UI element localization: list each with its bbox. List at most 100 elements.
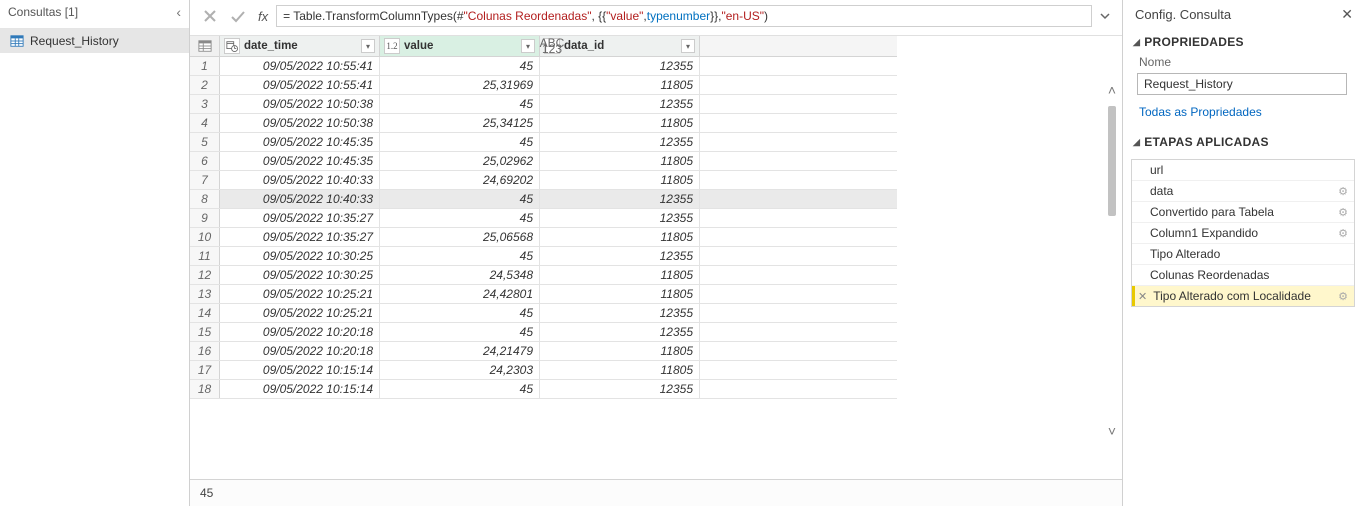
table-row[interactable]: 1509/05/2022 10:20:184512355 xyxy=(190,323,897,342)
row-number[interactable]: 8 xyxy=(190,190,220,208)
cell-data-id[interactable]: 11805 xyxy=(540,76,700,94)
row-number[interactable]: 16 xyxy=(190,342,220,360)
column-header-data-id[interactable]: ABC 123 data_id ▾ xyxy=(540,36,700,56)
cell-date-time[interactable]: 09/05/2022 10:20:18 xyxy=(220,342,380,360)
cell-date-time[interactable]: 09/05/2022 10:20:18 xyxy=(220,323,380,341)
applied-step[interactable]: Convertido para Tabela⚙ xyxy=(1132,202,1354,223)
row-number[interactable]: 14 xyxy=(190,304,220,322)
cell-data-id[interactable]: 11805 xyxy=(540,266,700,284)
gear-icon[interactable]: ⚙ xyxy=(1338,185,1348,198)
scroll-down-arrow-icon[interactable]: ˅ xyxy=(1108,423,1116,439)
cell-date-time[interactable]: 09/05/2022 10:35:27 xyxy=(220,228,380,246)
filter-dropdown-icon[interactable]: ▾ xyxy=(361,39,375,53)
row-number[interactable]: 5 xyxy=(190,133,220,151)
cell-value[interactable]: 45 xyxy=(380,304,540,322)
table-row[interactable]: 1209/05/2022 10:30:2524,534811805 xyxy=(190,266,897,285)
cell-value[interactable]: 45 xyxy=(380,380,540,398)
filter-dropdown-icon[interactable]: ▾ xyxy=(521,39,535,53)
commit-formula-button[interactable] xyxy=(226,5,250,27)
row-number[interactable]: 11 xyxy=(190,247,220,265)
applied-steps-section-header[interactable]: ◢ ETAPAS APLICADAS xyxy=(1123,129,1363,155)
cell-data-id[interactable]: 12355 xyxy=(540,57,700,75)
query-item-request-history[interactable]: Request_History xyxy=(0,29,189,53)
cell-date-time[interactable]: 09/05/2022 10:45:35 xyxy=(220,133,380,151)
cell-data-id[interactable]: 11805 xyxy=(540,114,700,132)
query-name-input[interactable] xyxy=(1137,73,1347,95)
cell-value[interactable]: 45 xyxy=(380,209,540,227)
cell-value[interactable]: 24,42801 xyxy=(380,285,540,303)
cell-value[interactable]: 45 xyxy=(380,133,540,151)
row-number[interactable]: 2 xyxy=(190,76,220,94)
cell-date-time[interactable]: 09/05/2022 10:55:41 xyxy=(220,76,380,94)
scroll-thumb[interactable] xyxy=(1108,106,1116,216)
cell-date-time[interactable]: 09/05/2022 10:50:38 xyxy=(220,114,380,132)
cell-date-time[interactable]: 09/05/2022 10:15:14 xyxy=(220,361,380,379)
cell-date-time[interactable]: 09/05/2022 10:50:38 xyxy=(220,95,380,113)
table-row[interactable]: 309/05/2022 10:50:384512355 xyxy=(190,95,897,114)
cell-value[interactable]: 24,69202 xyxy=(380,171,540,189)
table-row[interactable]: 609/05/2022 10:45:3525,0296211805 xyxy=(190,152,897,171)
applied-step[interactable]: Colunas Reordenadas xyxy=(1132,265,1354,286)
cell-value[interactable]: 25,06568 xyxy=(380,228,540,246)
cell-data-id[interactable]: 12355 xyxy=(540,95,700,113)
cell-date-time[interactable]: 09/05/2022 10:35:27 xyxy=(220,209,380,227)
table-row[interactable]: 1309/05/2022 10:25:2124,4280111805 xyxy=(190,285,897,304)
cell-data-id[interactable]: 12355 xyxy=(540,323,700,341)
any-type-icon[interactable]: ABC 123 xyxy=(544,38,560,54)
cell-data-id[interactable]: 11805 xyxy=(540,152,700,170)
queries-collapse-chevron-icon[interactable]: ‹ xyxy=(176,4,181,20)
datetime-type-icon[interactable] xyxy=(224,38,240,54)
cell-date-time[interactable]: 09/05/2022 10:45:35 xyxy=(220,152,380,170)
table-row[interactable]: 209/05/2022 10:55:4125,3196911805 xyxy=(190,76,897,95)
cell-value[interactable]: 45 xyxy=(380,190,540,208)
cell-value[interactable]: 45 xyxy=(380,57,540,75)
table-row[interactable]: 109/05/2022 10:55:414512355 xyxy=(190,57,897,76)
vertical-scrollbar[interactable]: ˄ ˅ xyxy=(1104,82,1120,439)
close-settings-button[interactable]: ✕ xyxy=(1341,6,1353,23)
applied-step[interactable]: Tipo Alterado xyxy=(1132,244,1354,265)
row-number[interactable]: 1 xyxy=(190,57,220,75)
row-number[interactable]: 13 xyxy=(190,285,220,303)
table-row[interactable]: 509/05/2022 10:45:354512355 xyxy=(190,133,897,152)
decimal-type-icon[interactable]: 1.2 xyxy=(384,38,400,54)
cell-data-id[interactable]: 12355 xyxy=(540,209,700,227)
cell-value[interactable]: 24,5348 xyxy=(380,266,540,284)
cell-value[interactable]: 25,31969 xyxy=(380,76,540,94)
cell-data-id[interactable]: 11805 xyxy=(540,171,700,189)
cell-value[interactable]: 24,2303 xyxy=(380,361,540,379)
scroll-up-arrow-icon[interactable]: ˄ xyxy=(1108,82,1116,98)
cell-date-time[interactable]: 09/05/2022 10:55:41 xyxy=(220,57,380,75)
applied-step[interactable]: Column1 Expandido⚙ xyxy=(1132,223,1354,244)
formula-expand-chevron-icon[interactable] xyxy=(1096,10,1114,22)
row-number[interactable]: 12 xyxy=(190,266,220,284)
row-number[interactable]: 7 xyxy=(190,171,220,189)
fx-icon[interactable]: fx xyxy=(254,9,272,24)
row-number[interactable]: 10 xyxy=(190,228,220,246)
cell-data-id[interactable]: 12355 xyxy=(540,133,700,151)
row-number[interactable]: 3 xyxy=(190,95,220,113)
cell-value[interactable]: 45 xyxy=(380,323,540,341)
cell-date-time[interactable]: 09/05/2022 10:30:25 xyxy=(220,266,380,284)
cell-value[interactable]: 45 xyxy=(380,95,540,113)
table-row[interactable]: 1609/05/2022 10:20:1824,2147911805 xyxy=(190,342,897,361)
applied-step[interactable]: url xyxy=(1132,160,1354,181)
cell-value[interactable]: 45 xyxy=(380,247,540,265)
cell-data-id[interactable]: 12355 xyxy=(540,247,700,265)
delete-step-icon[interactable]: ✕ xyxy=(1138,290,1147,303)
column-header-date-time[interactable]: date_time ▾ xyxy=(220,36,380,56)
column-header-value[interactable]: 1.2 value ▾ xyxy=(380,36,540,56)
table-row[interactable]: 1709/05/2022 10:15:1424,230311805 xyxy=(190,361,897,380)
applied-step[interactable]: data⚙ xyxy=(1132,181,1354,202)
row-number[interactable]: 15 xyxy=(190,323,220,341)
table-row[interactable]: 809/05/2022 10:40:334512355 xyxy=(190,190,897,209)
select-all-corner[interactable] xyxy=(190,36,220,56)
table-row[interactable]: 709/05/2022 10:40:3324,6920211805 xyxy=(190,171,897,190)
cell-date-time[interactable]: 09/05/2022 10:40:33 xyxy=(220,190,380,208)
all-properties-link[interactable]: Todas as Propriedades xyxy=(1123,103,1363,129)
cell-date-time[interactable]: 09/05/2022 10:30:25 xyxy=(220,247,380,265)
cell-data-id[interactable]: 12355 xyxy=(540,304,700,322)
cell-data-id[interactable]: 11805 xyxy=(540,361,700,379)
table-row[interactable]: 1009/05/2022 10:35:2725,0656811805 xyxy=(190,228,897,247)
row-number[interactable]: 4 xyxy=(190,114,220,132)
cell-data-id[interactable]: 11805 xyxy=(540,228,700,246)
